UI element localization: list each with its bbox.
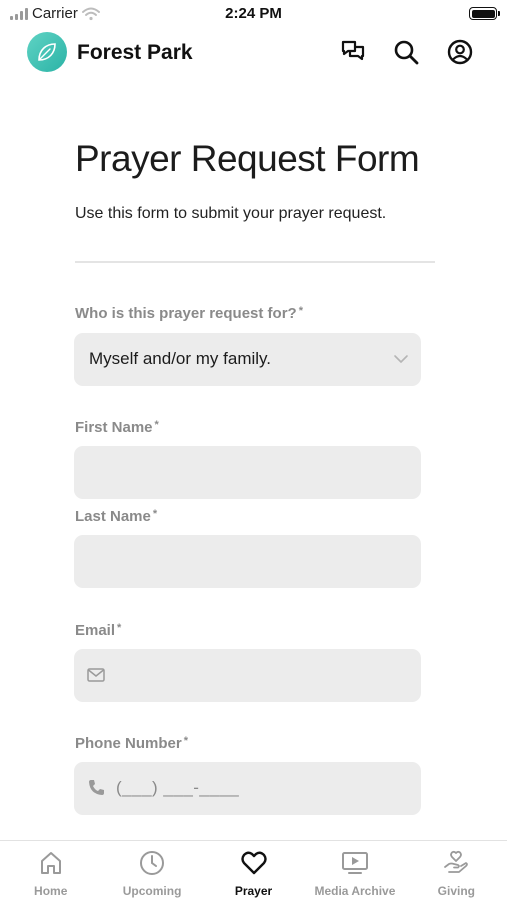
required-mark: * [154, 419, 159, 431]
email-label: Email * [75, 622, 121, 639]
tab-upcoming-label: Upcoming [122, 884, 182, 898]
first-name-label-text: First Name [75, 419, 153, 436]
profile-button[interactable] [446, 38, 474, 66]
first-name-field[interactable] [74, 446, 421, 499]
required-mark: * [183, 735, 188, 747]
required-mark: * [117, 622, 122, 634]
tab-home[interactable]: Home [0, 841, 101, 900]
leaf-icon [38, 43, 56, 61]
required-mark: * [152, 508, 158, 520]
email-label-text: Email [75, 622, 116, 639]
heart-icon [240, 849, 268, 877]
giving-hand-icon [442, 849, 470, 877]
phone-label-text: Phone Number [75, 735, 182, 752]
tab-media-archive[interactable]: Media Archive [304, 841, 405, 900]
last-name-label: Last Name * [75, 508, 157, 525]
profile-icon [447, 39, 473, 65]
last-name-input[interactable] [74, 535, 421, 588]
page-subtitle: Use this form to submit your prayer requ… [75, 205, 387, 222]
search-button[interactable] [392, 38, 420, 66]
tab-home-label: Home [34, 884, 68, 898]
prayer-form: Prayer Request Form Use this form to sub… [0, 78, 507, 840]
phone-placeholder: (___) ___-____ [116, 778, 240, 797]
tab-giving-label: Giving [437, 884, 475, 898]
email-input[interactable] [74, 649, 421, 702]
last-name-field[interactable] [74, 535, 421, 588]
bottom-tab-bar: Home Upcoming Prayer Media Archive Givin… [0, 840, 507, 900]
required-mark: * [298, 305, 303, 317]
chat-button[interactable] [339, 38, 367, 66]
first-name-label: First Name * [75, 419, 159, 436]
recipient-select-value: Myself and/or my family. [89, 349, 272, 368]
tab-upcoming[interactable]: Upcoming [101, 841, 202, 900]
divider [75, 261, 435, 263]
first-name-input[interactable] [74, 446, 421, 499]
home-icon [37, 849, 65, 877]
recipient-label: Who is this prayer request for? * [75, 305, 303, 322]
phone-field[interactable]: (___) ___-____ [74, 762, 421, 815]
tab-prayer[interactable]: Prayer [203, 841, 304, 900]
phone-icon [89, 780, 104, 795]
tab-giving[interactable]: Giving [406, 841, 507, 900]
tab-media-archive-label: Media Archive [314, 884, 396, 898]
battery-icon [469, 7, 500, 20]
phone-label: Phone Number * [75, 735, 188, 752]
app-logo[interactable] [27, 32, 67, 72]
status-bar: Carrier 2:24 PM [0, 0, 507, 28]
search-icon [394, 40, 419, 65]
last-name-label-text: Last Name [75, 508, 151, 525]
app-title: Forest Park [77, 41, 193, 64]
app-header: Forest Park [0, 30, 507, 78]
email-field[interactable] [74, 649, 421, 702]
video-icon [341, 849, 369, 877]
page-title: Prayer Request Form [75, 138, 420, 179]
recipient-select[interactable]: Myself and/or my family. [74, 333, 421, 386]
chevron-down-icon [394, 355, 408, 363]
status-time: 2:24 PM [225, 5, 282, 22]
chat-icon [341, 40, 365, 61]
recipient-label-text: Who is this prayer request for? [75, 305, 297, 322]
clock-icon [138, 849, 166, 877]
tab-prayer-label: Prayer [234, 884, 273, 898]
